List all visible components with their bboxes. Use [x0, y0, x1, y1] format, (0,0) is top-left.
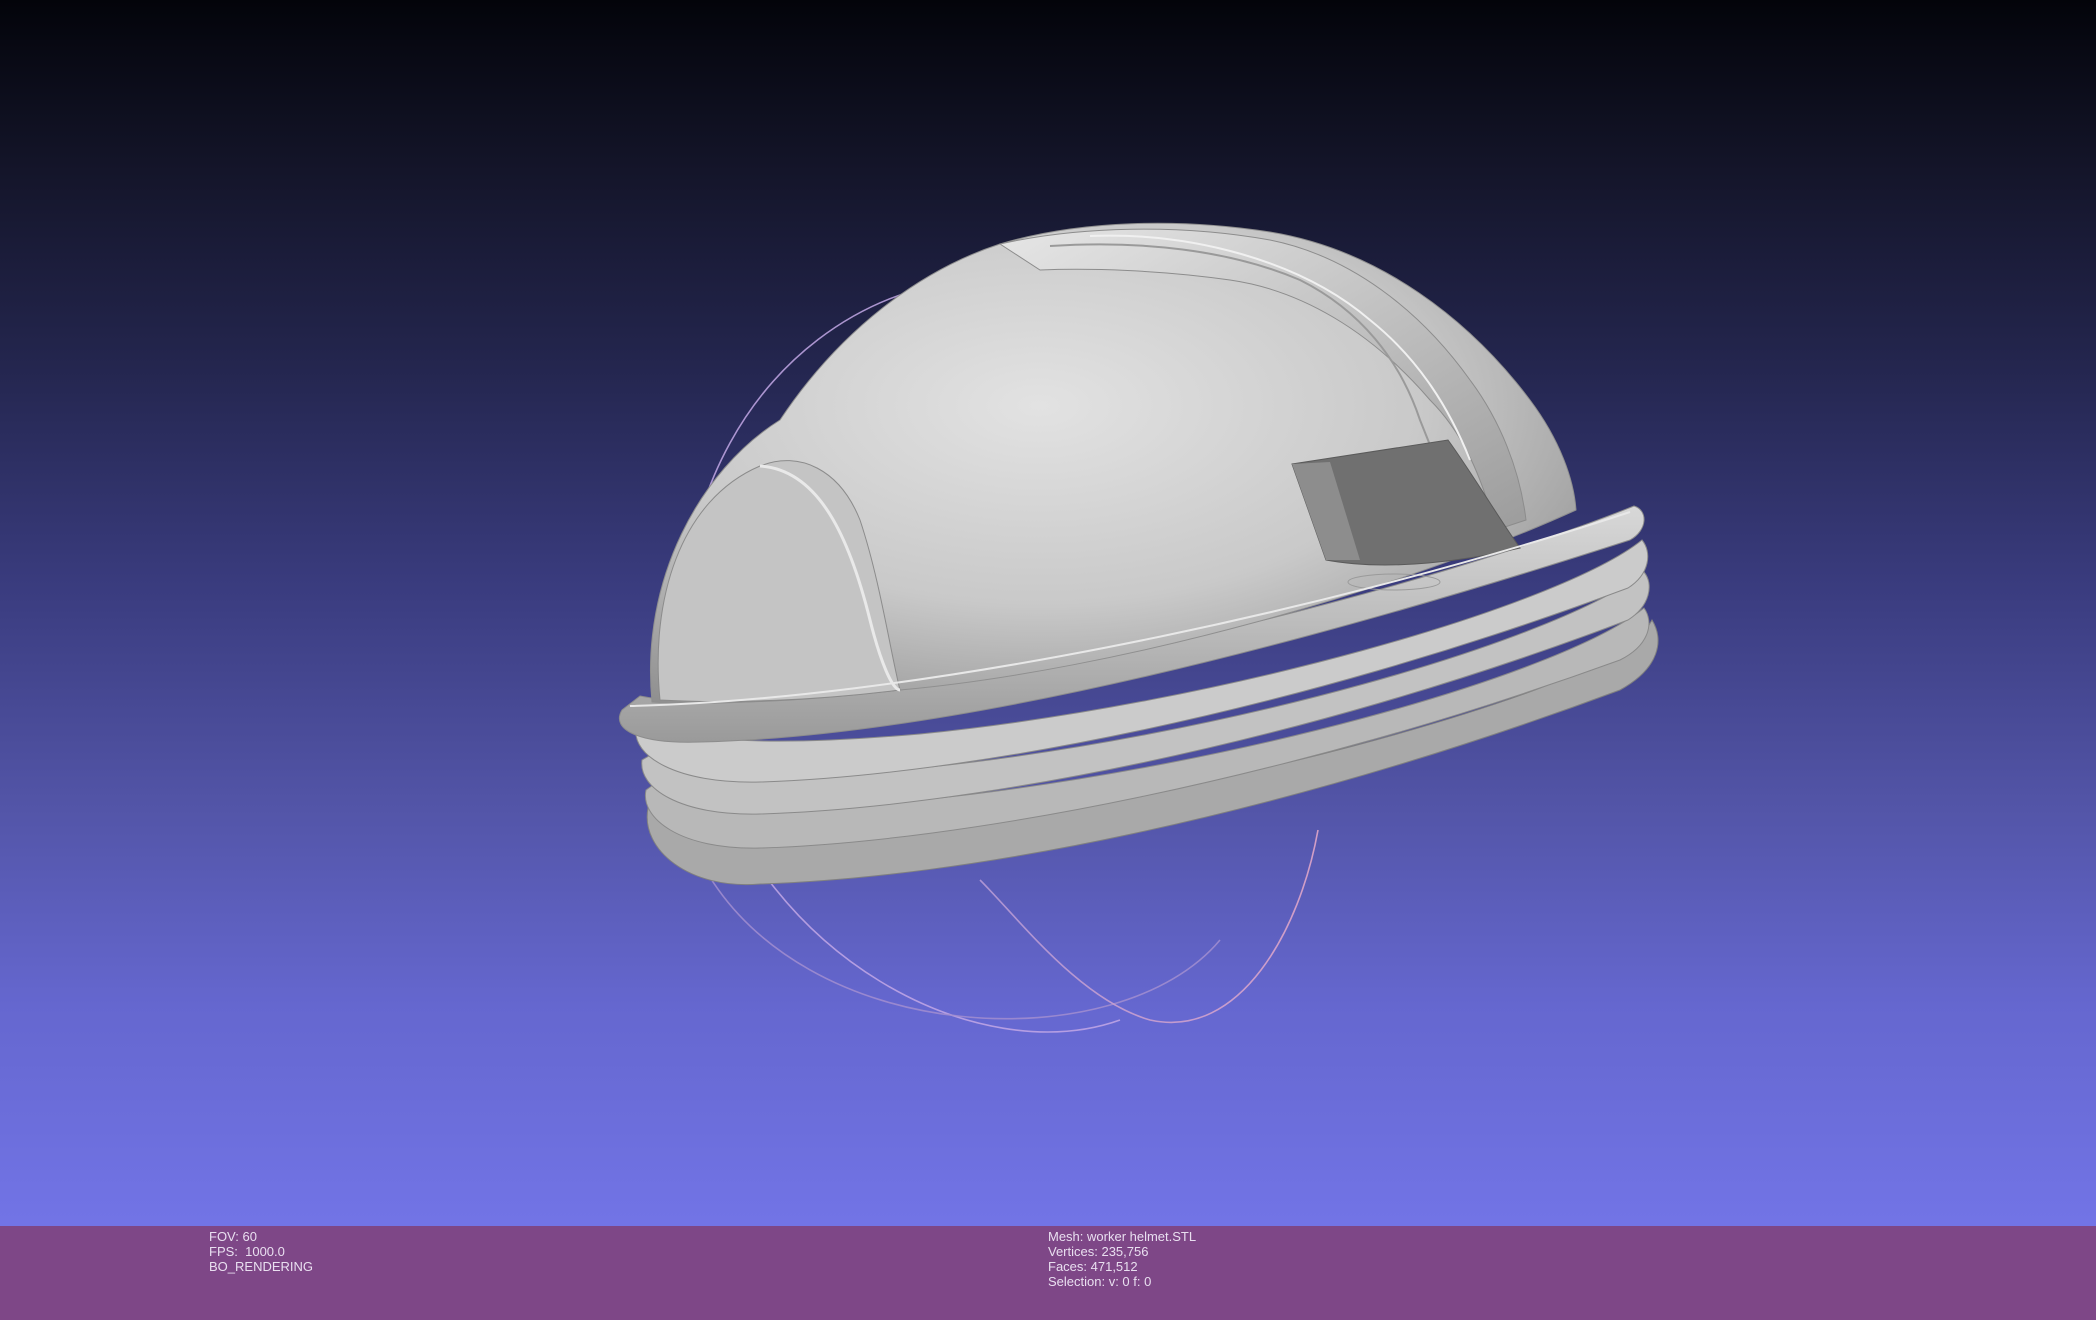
fov-readout: FOV: 60 [209, 1229, 257, 1244]
status-bar: FOV: 60 FPS: 1000.0 BO_RENDERING Mesh: w… [0, 1226, 2096, 1320]
mesh-info: Mesh: worker helmet.STL Vertices: 235,75… [1048, 1229, 1196, 1289]
vertices-readout: Vertices: 235,756 [1048, 1244, 1149, 1259]
trackball-ring-right [979, 829, 1319, 1023]
3d-viewport[interactable] [0, 0, 2096, 1226]
viewport-canvas[interactable] [0, 0, 2096, 1226]
mesh-name-readout: Mesh: worker helmet.STL [1048, 1229, 1197, 1244]
render-mode-readout: BO_RENDERING [209, 1259, 314, 1274]
faces-readout: Faces: 471,512 [1048, 1259, 1138, 1274]
selection-readout: Selection: v: 0 f: 0 [1048, 1274, 1152, 1289]
helmet-mesh[interactable] [619, 222, 1659, 886]
render-info: FOV: 60 FPS: 1000.0 BO_RENDERING [209, 1229, 313, 1274]
fps-readout: FPS: 1000.0 [209, 1244, 285, 1259]
